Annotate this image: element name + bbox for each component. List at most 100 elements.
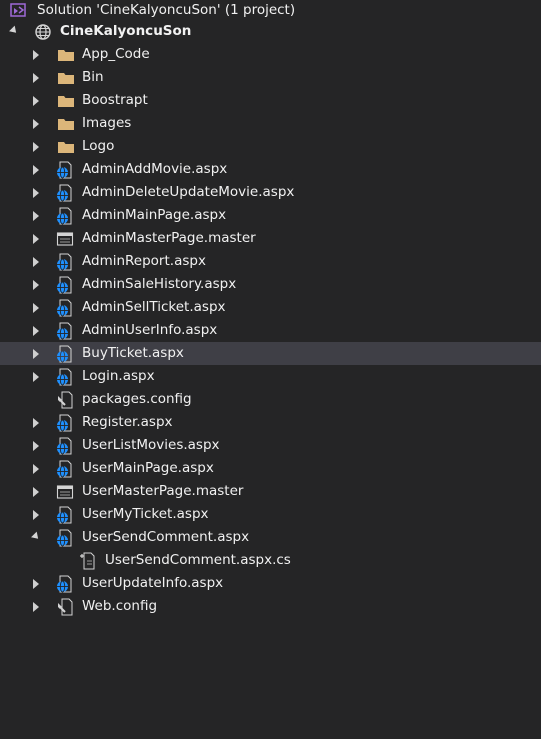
expand-arrow-icon[interactable] [30, 296, 42, 319]
item-label: Images [82, 115, 132, 131]
tree-item-admin-report[interactable]: AdminReport.aspx [0, 250, 541, 273]
tree-item-user-list-movies[interactable]: UserListMovies.aspx [0, 434, 541, 457]
folder-icon [57, 92, 75, 110]
aspx-page-icon [56, 575, 74, 593]
expand-arrow-icon[interactable] [30, 572, 42, 595]
tree-item-buy-ticket[interactable]: BuyTicket.aspx [0, 342, 541, 365]
item-label: AdminUserInfo.aspx [82, 322, 218, 338]
aspx-page-icon [56, 184, 74, 202]
collapse-arrow-icon[interactable] [8, 20, 20, 43]
expand-arrow-icon[interactable] [30, 158, 42, 181]
expand-arrow-icon[interactable] [30, 227, 42, 250]
aspx-page-icon [56, 322, 74, 340]
expand-arrow-icon[interactable] [30, 181, 42, 204]
item-label: AdminMainPage.aspx [82, 207, 227, 223]
master-page-icon [56, 230, 74, 248]
expand-arrow-icon[interactable] [30, 503, 42, 526]
tree-item-admin-main-page[interactable]: AdminMainPage.aspx [0, 204, 541, 227]
csharp-file-icon [79, 552, 97, 570]
item-label: AdminReport.aspx [82, 253, 206, 269]
item-label: AdminMasterPage.master [82, 230, 256, 246]
item-label: AdminAddMovie.aspx [82, 161, 228, 177]
tree-item-user-master-page[interactable]: UserMasterPage.master [0, 480, 541, 503]
expand-arrow-icon[interactable] [30, 480, 42, 503]
solution-explorer-tree: Solution 'CineKalyoncuSon' (1 project) C… [0, 0, 541, 739]
solution-node[interactable]: Solution 'CineKalyoncuSon' (1 project) [0, 0, 541, 20]
tree-item-images[interactable]: Images [0, 112, 541, 135]
config-file-icon [56, 391, 74, 409]
aspx-page-icon [56, 460, 74, 478]
tree-item-packages-config[interactable]: packages.config [0, 388, 541, 411]
item-label: AdminDeleteUpdateMovie.aspx [82, 184, 295, 200]
expand-arrow-icon[interactable] [30, 66, 42, 89]
tree-item-app-code[interactable]: App_Code [0, 43, 541, 66]
aspx-page-icon [56, 161, 74, 179]
tree-item-user-my-ticket[interactable]: UserMyTicket.aspx [0, 503, 541, 526]
tree-item-admin-add-movie[interactable]: AdminAddMovie.aspx [0, 158, 541, 181]
tree-item-register[interactable]: Register.aspx [0, 411, 541, 434]
aspx-page-icon [56, 299, 74, 317]
tree-item-user-update-info[interactable]: UserUpdateInfo.aspx [0, 572, 541, 595]
collapse-arrow-icon[interactable] [30, 526, 42, 549]
expand-arrow-icon[interactable] [30, 595, 42, 618]
item-label: Web.config [82, 598, 158, 614]
master-page-icon [56, 483, 74, 501]
tree-item-login[interactable]: Login.aspx [0, 365, 541, 388]
tree-item-admin-user-info[interactable]: AdminUserInfo.aspx [0, 319, 541, 342]
folder-icon [57, 69, 75, 87]
aspx-page-icon [56, 276, 74, 294]
expand-arrow-icon[interactable] [30, 434, 42, 457]
expand-arrow-icon[interactable] [30, 319, 42, 342]
expand-arrow-icon[interactable] [30, 273, 42, 296]
item-label: AdminSellTicket.aspx [82, 299, 226, 315]
project-node[interactable]: CineKalyoncuSon [0, 20, 541, 43]
item-label: BuyTicket.aspx [82, 345, 184, 361]
expand-arrow-icon[interactable] [30, 411, 42, 434]
folder-icon [57, 115, 75, 133]
expand-arrow-icon[interactable] [30, 135, 42, 158]
item-label: Logo [82, 138, 115, 154]
tree-item-user-send-comment-cs[interactable]: UserSendComment.aspx.cs [0, 549, 541, 572]
aspx-page-icon [56, 506, 74, 524]
tree-item-admin-sell-ticket[interactable]: AdminSellTicket.aspx [0, 296, 541, 319]
item-label: AdminSaleHistory.aspx [82, 276, 237, 292]
tree-item-admin-delete-update-movie[interactable]: AdminDeleteUpdateMovie.aspx [0, 181, 541, 204]
visual-studio-solution-icon [10, 1, 28, 19]
config-file-icon [56, 598, 74, 616]
item-label: UserSendComment.aspx.cs [105, 552, 291, 568]
expand-arrow-icon[interactable] [30, 365, 42, 388]
tree-item-web-config[interactable]: Web.config [0, 595, 541, 618]
tree-item-admin-sale-history[interactable]: AdminSaleHistory.aspx [0, 273, 541, 296]
item-label: UserMainPage.aspx [82, 460, 214, 476]
item-label: Login.aspx [82, 368, 155, 384]
item-label: UserListMovies.aspx [82, 437, 220, 453]
expand-arrow-icon[interactable] [30, 457, 42, 480]
expand-arrow-icon[interactable] [30, 43, 42, 66]
tree-item-boostrapt[interactable]: Boostrapt [0, 89, 541, 112]
folder-icon [57, 138, 75, 156]
item-label: packages.config [82, 391, 192, 407]
tree-item-logo[interactable]: Logo [0, 135, 541, 158]
expand-arrow-icon[interactable] [30, 250, 42, 273]
aspx-page-icon [56, 414, 74, 432]
expand-arrow-icon[interactable] [30, 342, 42, 365]
aspx-page-icon [56, 529, 74, 547]
item-label: UserSendComment.aspx [82, 529, 250, 545]
expand-arrow-icon[interactable] [30, 89, 42, 112]
aspx-page-icon [56, 437, 74, 455]
tree-item-admin-master-page[interactable]: AdminMasterPage.master [0, 227, 541, 250]
item-label: Register.aspx [82, 414, 173, 430]
tree-item-bin[interactable]: Bin [0, 66, 541, 89]
expand-arrow-icon[interactable] [30, 204, 42, 227]
item-label: UserMasterPage.master [82, 483, 244, 499]
expand-arrow-icon[interactable] [30, 112, 42, 135]
solution-label: Solution 'CineKalyoncuSon' (1 project) [37, 2, 296, 18]
item-label: UserUpdateInfo.aspx [82, 575, 224, 591]
tree-item-user-main-page[interactable]: UserMainPage.aspx [0, 457, 541, 480]
project-label: CineKalyoncuSon [60, 23, 192, 39]
tree-item-user-send-comment[interactable]: UserSendComment.aspx [0, 526, 541, 549]
aspx-page-icon [56, 345, 74, 363]
aspx-page-icon [56, 368, 74, 386]
item-label: Boostrapt [82, 92, 148, 108]
web-project-globe-icon [34, 23, 52, 41]
